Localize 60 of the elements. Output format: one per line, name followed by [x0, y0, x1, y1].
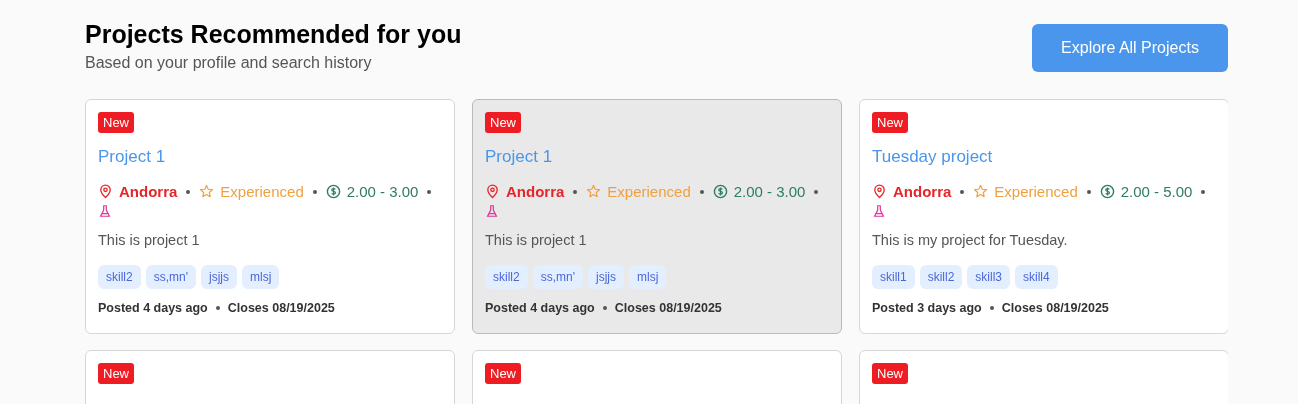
- new-badge: New: [485, 363, 521, 384]
- star-icon: [586, 184, 602, 199]
- project-card[interactable]: New Project 1 Andorra Experienced 2.00 - 3.00 This is project 1 skill2 ss,mn' jsjjs mlsj Posted 4 days ago Closes 08/19/2025: [472, 99, 842, 334]
- new-badge: New: [98, 363, 134, 384]
- posted-date: Posted 4 days ago: [485, 301, 595, 315]
- project-description: This is my project for Tuesday.: [872, 232, 1069, 248]
- star-icon: [199, 184, 215, 199]
- project-card[interactable]: New: [472, 350, 842, 404]
- skill-tag: mlsj: [241, 265, 280, 289]
- new-badge: New: [872, 363, 908, 384]
- skill-tag: jsjjs: [200, 265, 237, 289]
- skill-tag: skill4: [1015, 265, 1058, 289]
- project-card[interactable]: New Tuesday project Andorra Experienced 2.00 - 5.00 This is my project for Tuesday. skill1 skill2 skill3 skill4 Posted 3 days ago Closes 08/19/2025: [859, 99, 1228, 334]
- closing-date: Closes 08/19/2025: [227, 301, 335, 315]
- new-badge: New: [872, 112, 908, 133]
- explore-button[interactable]: Explore All Projects: [1032, 24, 1228, 72]
- project-description: This is project 1: [98, 232, 201, 248]
- budget-text: 2.00 - 3.00: [733, 183, 806, 200]
- section-title: Projects Recommended for you: [85, 19, 462, 50]
- project-title[interactable]: Tuesday project: [872, 147, 1216, 167]
- project-title[interactable]: Project 1: [98, 147, 442, 167]
- skill-tag: mlsj: [628, 265, 667, 289]
- posted-date: Posted 4 days ago: [98, 301, 208, 315]
- skill-tag: skill2: [485, 265, 528, 289]
- experience-level: Experienced: [994, 183, 1078, 200]
- skill-tag: skill3: [967, 265, 1010, 289]
- location-text: Andorra: [119, 183, 178, 200]
- section-subtitle: Based on your profile and search history: [85, 54, 373, 72]
- new-badge: New: [485, 112, 521, 133]
- flask-icon: [872, 204, 886, 218]
- skill-tag: ss,mn': [532, 265, 583, 289]
- location-pin-icon: [98, 184, 113, 199]
- flask-icon: [98, 204, 112, 218]
- location-text: Andorra: [506, 183, 565, 200]
- dollar-icon: [325, 184, 341, 199]
- experience-level: Experienced: [607, 183, 691, 200]
- skill-tag: skill2: [98, 265, 141, 289]
- project-card[interactable]: New: [859, 350, 1228, 404]
- project-description: This is project 1: [485, 232, 588, 248]
- star-icon: [973, 184, 989, 199]
- location-pin-icon: [872, 184, 887, 199]
- closing-date: Closes 08/19/2025: [614, 301, 722, 315]
- budget-text: 2.00 - 5.00: [1120, 183, 1193, 200]
- skill-tag: skill1: [872, 265, 915, 289]
- location-pin-icon: [485, 184, 500, 199]
- location-text: Andorra: [893, 183, 952, 200]
- skill-tag: jsjjs: [587, 265, 624, 289]
- skill-tag: skill2: [919, 265, 963, 289]
- skill-tag: ss,mn': [145, 265, 196, 289]
- project-card[interactable]: New Project 1 Andorra Experienced 2.00 - 3.00 This is project 1 skill2 ss,mn' jsjjs mlsj Posted 4 days ago Closes 08/19/2025: [85, 99, 455, 334]
- dollar-icon: [712, 184, 728, 199]
- new-badge: New: [98, 112, 134, 133]
- closing-date: Closes 08/19/2025: [1001, 301, 1109, 315]
- budget-text: 2.00 - 3.00: [346, 183, 419, 200]
- project-card[interactable]: New: [85, 350, 455, 404]
- experience-level: Experienced: [220, 183, 304, 200]
- dollar-icon: [1099, 184, 1115, 199]
- flask-icon: [485, 204, 499, 218]
- posted-date: Posted 3 days ago: [872, 301, 982, 315]
- project-title[interactable]: Project 1: [485, 147, 829, 167]
